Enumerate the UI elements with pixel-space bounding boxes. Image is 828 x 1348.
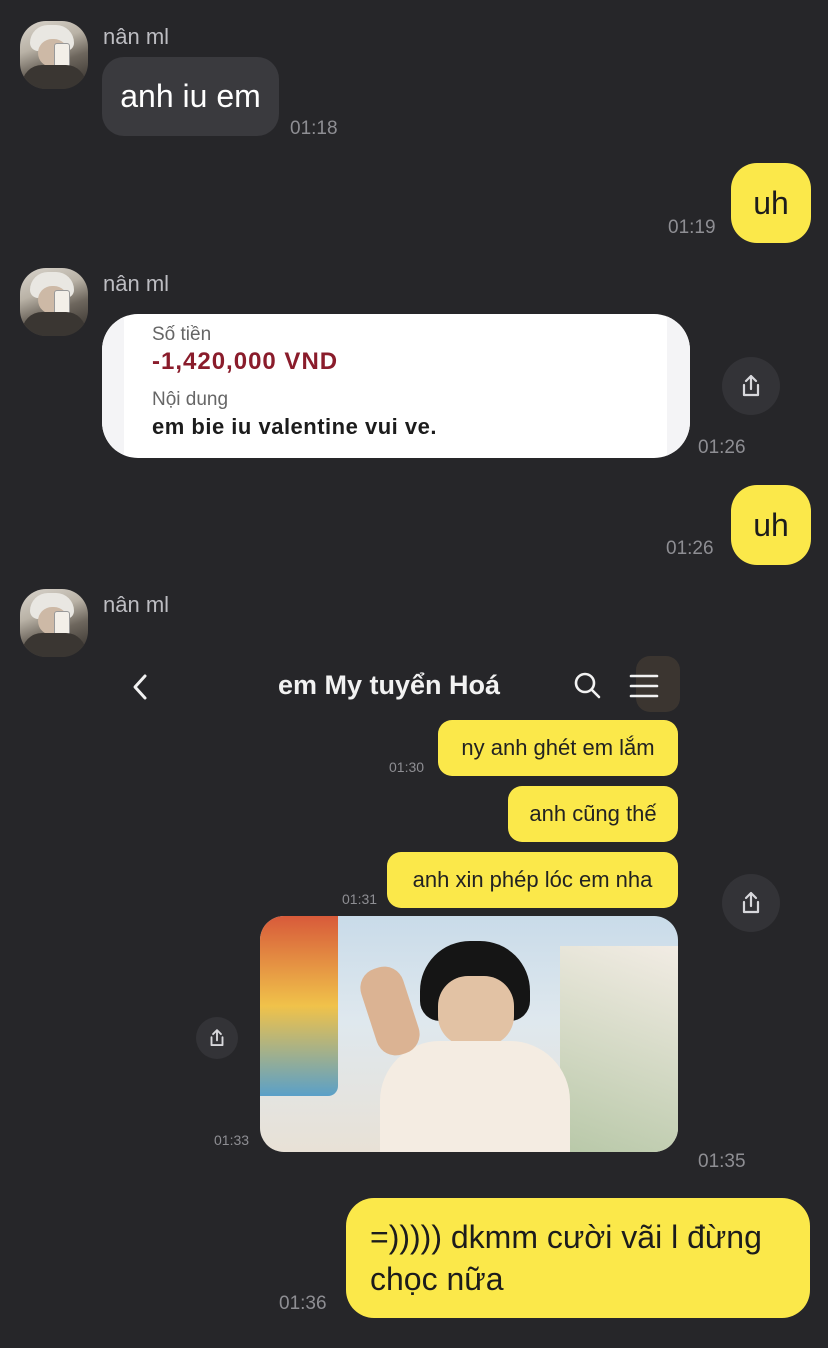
photo-sign <box>560 946 678 1152</box>
sender-name: nân ml <box>103 24 170 49</box>
message-time: 01:36 <box>279 1293 327 1314</box>
inner-photo-time: 01:33 <box>214 1132 250 1148</box>
message-bubble-outgoing[interactable]: uh <box>731 485 811 565</box>
sender-avatar[interactable] <box>20 589 88 657</box>
amount-label: Số tiền <box>152 324 212 345</box>
screenshot-image[interactable]: em My tuyển Hoá 01:30 ny anh ghét em lắm… <box>102 652 692 1157</box>
photo-hand <box>355 961 425 1061</box>
photo-poster <box>260 916 338 1096</box>
sender-avatar[interactable] <box>20 268 88 336</box>
sender-name: nân ml <box>103 592 170 617</box>
share-icon <box>742 891 760 914</box>
message-time: 01:35 <box>698 1151 746 1172</box>
sender-name: nân ml <box>103 271 170 296</box>
transfer-image-card[interactable]: Số tiền -1,420,000 VND Nội dung em bie i… <box>102 314 690 458</box>
message-bubble-outgoing[interactable]: =))))) dkmm cười vãi l đừng chọc nữa <box>346 1198 810 1318</box>
menu-icon <box>629 674 659 698</box>
share-icon <box>742 374 760 397</box>
card-right-strip <box>667 314 690 458</box>
inner-message-bubble: anh xin phép lóc em nha <box>387 852 678 908</box>
message-time: 01:26 <box>666 538 714 559</box>
inner-message-time: 01:30 <box>389 759 425 775</box>
share-icon <box>210 1029 224 1047</box>
photo-face <box>438 976 514 1046</box>
message-time: 01:19 <box>668 217 716 238</box>
card-left-strip <box>102 314 124 458</box>
share-button[interactable] <box>722 874 780 932</box>
search-icon <box>574 672 601 699</box>
back-chevron-icon <box>133 674 147 700</box>
inner-message-bubble: ny anh ghét em lắm <box>438 720 678 776</box>
sender-avatar[interactable] <box>20 21 88 89</box>
message-time: 01:26 <box>698 437 746 458</box>
content-label: Nội dung <box>152 389 229 410</box>
message-bubble-outgoing[interactable]: uh <box>731 163 811 243</box>
amount-value: -1,420,000 VND <box>152 348 339 375</box>
inner-photo <box>260 916 678 1152</box>
photo-shirt <box>380 1041 570 1152</box>
content-value: em bie iu valentine vui ve. <box>152 414 437 439</box>
inner-chat-title: em My tuyển Hoá <box>278 670 501 700</box>
message-bubble-incoming[interactable]: anh iu em <box>102 57 279 136</box>
inner-share-button <box>196 1017 238 1059</box>
message-time: 01:18 <box>290 118 338 139</box>
inner-message-bubble: anh cũng thế <box>508 786 678 842</box>
share-button[interactable] <box>722 357 780 415</box>
inner-message-time: 01:31 <box>342 891 378 907</box>
